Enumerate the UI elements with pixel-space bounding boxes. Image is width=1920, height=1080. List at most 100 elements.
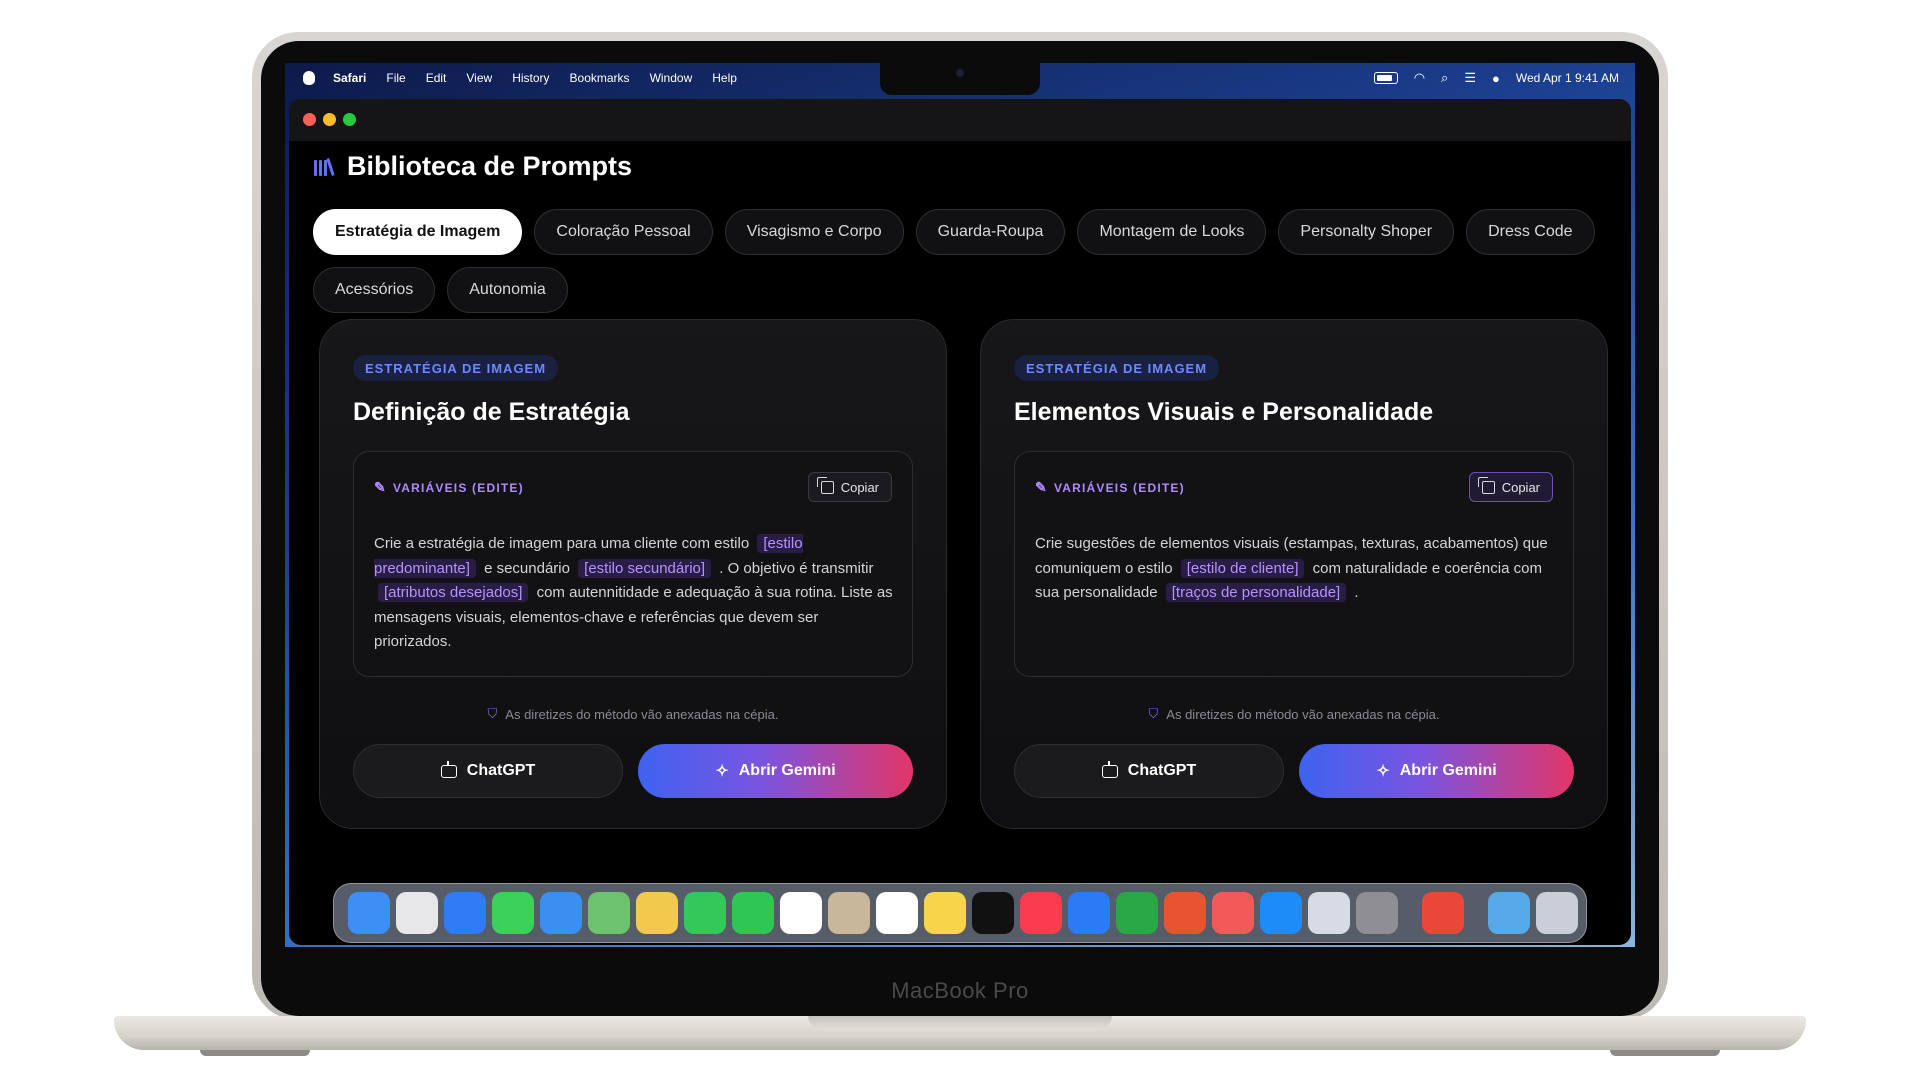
prompt-text-segment: Crie a estratégia de imagem para uma cli… (374, 535, 750, 552)
chatgpt-button[interactable]: ChatGPT (353, 744, 623, 798)
method-note: ⛉ As diretizes do método vão anexadas na… (981, 706, 1607, 722)
siri-icon[interactable]: ● (1492, 71, 1500, 86)
open-gemini-button[interactable]: ✧ Abrir Gemini (638, 744, 913, 798)
category-badge: ESTRATÉGIA DE IMAGEM (353, 355, 559, 381)
prompt-text-segment: . (1354, 584, 1359, 602)
pencil-icon: ✎ (1035, 479, 1048, 495)
mail-icon[interactable] (540, 892, 582, 934)
safari-icon[interactable] (444, 892, 486, 934)
app-red-icon[interactable] (1422, 892, 1464, 934)
lid-opening-notch (808, 1016, 1112, 1030)
prompt-text[interactable]: Crie sugestões de elementos visuais (est… (1035, 532, 1555, 606)
method-note-text: As diretizes do método vão anexadas na c… (1166, 706, 1440, 722)
shield-icon: ⛉ (487, 706, 498, 721)
desktop: Safari File Edit View History Bookmarks … (285, 63, 1635, 947)
variable-atributos-desejados[interactable]: [atributos desejados] (378, 583, 529, 603)
wifi-icon[interactable]: ◠ (1414, 70, 1425, 86)
phone-icon[interactable] (732, 892, 774, 934)
menu-app-name[interactable]: Safari (333, 71, 366, 85)
menu-help[interactable]: Help (712, 71, 737, 85)
minimize-window-button[interactable] (323, 113, 336, 126)
control-center-icon[interactable]: ☰ (1464, 70, 1476, 86)
maximize-window-button[interactable] (343, 113, 356, 126)
menu-edit[interactable]: Edit (426, 71, 447, 85)
settings-icon[interactable] (1356, 892, 1398, 934)
copy-button-label: Copiar (1501, 479, 1540, 495)
battery-icon[interactable] (1373, 72, 1398, 84)
laptop-foot (1610, 1050, 1720, 1056)
menu-window[interactable]: Window (650, 71, 693, 85)
menu-view[interactable]: View (466, 71, 492, 85)
menu-history[interactable]: History (512, 71, 549, 85)
prompt-card: ESTRATÉGIA DE IMAGEM Definição de Estrat… (319, 319, 947, 829)
close-window-button[interactable] (303, 113, 316, 126)
simulator-icon[interactable] (1308, 892, 1350, 934)
shield-icon: ⛉ (1148, 706, 1159, 721)
maps-icon[interactable] (588, 892, 630, 934)
method-note-text: As diretizes do método vão anexadas na c… (505, 706, 779, 722)
chatgpt-button[interactable]: ChatGPT (1014, 744, 1284, 798)
open-gemini-button-label: Abrir Gemini (1399, 762, 1497, 779)
appstore-icon[interactable] (1260, 892, 1302, 934)
notes-icon[interactable] (924, 892, 966, 934)
keynote-icon[interactable] (1068, 892, 1110, 934)
tab-autonomia[interactable]: Autonomia (447, 267, 568, 313)
category-tabs: Estratégia de Imagem Coloração Pessoal V… (313, 209, 1603, 313)
apple-icon[interactable] (303, 71, 315, 85)
card-title: Definição de Estratégia (353, 398, 630, 426)
tab-montagem-de-looks[interactable]: Montagem de Looks (1077, 209, 1267, 255)
chatgpt-button-label: ChatGPT (1127, 762, 1197, 779)
pencil-icon: ✎ (374, 479, 387, 495)
pages-icon[interactable] (1164, 892, 1206, 934)
menu-file[interactable]: File (386, 71, 405, 85)
numbers-icon[interactable] (1116, 892, 1158, 934)
variable-estilo-de-cliente[interactable]: [estilo de cliente] (1180, 558, 1305, 578)
music-icon[interactable] (1020, 892, 1062, 934)
laptop-foot (200, 1050, 310, 1056)
tab-guarda-roupa[interactable]: Guarda-Roupa (915, 209, 1066, 255)
status-area: ◠ ⌕ ☰ ● Wed Apr 1 9:41 AM (1373, 63, 1619, 93)
app-header: Biblioteca de Prompts (313, 151, 632, 182)
finder-icon[interactable] (348, 892, 390, 934)
open-gemini-button-label: Abrir Gemini (738, 762, 836, 779)
copy-icon (816, 476, 834, 494)
tab-acessorios[interactable]: Acessórios (313, 267, 436, 313)
prompt-text[interactable]: Crie a estratégia de imagem para uma cli… (374, 532, 894, 655)
reminders-icon[interactable] (876, 892, 918, 934)
menu-bookmarks[interactable]: Bookmarks (570, 71, 630, 85)
prompt-box: ✎ VARIÁVEIS (EDITE) Copiar Crie sugestõe… (1014, 451, 1574, 677)
prompt-box: ✎ VARIÁVEIS (EDITE) Copiar Crie a estrat… (353, 451, 913, 677)
prompt-text-segment: e secundário (484, 559, 570, 577)
variable-estilo-secundario[interactable]: [estilo secundário] (578, 558, 712, 578)
downloads-folder-icon[interactable] (1488, 892, 1530, 934)
rocket-icon[interactable] (1212, 892, 1254, 934)
tab-coloracao-pessoal[interactable]: Coloração Pessoal (534, 209, 713, 255)
messages-icon[interactable] (492, 892, 534, 934)
variable-tracos-de-personalidade[interactable]: [traços de personalidade] (1165, 583, 1347, 603)
device-label: MacBook Pro (891, 978, 1029, 1003)
clock[interactable]: Wed Apr 1 9:41 AM (1516, 71, 1619, 85)
robot-icon (440, 760, 457, 778)
copy-button[interactable]: Copiar (807, 472, 892, 502)
tab-personalty-shoper[interactable]: Personalty Shoper (1278, 209, 1455, 255)
launchpad-icon[interactable] (396, 892, 438, 934)
card-title: Elementos Visuais e Personalidade (1014, 398, 1434, 426)
trash-icon[interactable] (1536, 892, 1578, 934)
tab-estrategia-de-imagem[interactable]: Estratégia de Imagem (313, 209, 523, 255)
facetime-icon[interactable] (684, 892, 726, 934)
tv-icon[interactable] (972, 892, 1014, 934)
title-bar (289, 99, 1631, 141)
copy-icon (1477, 476, 1495, 494)
variables-label: ✎ VARIÁVEIS (EDITE) (374, 479, 524, 496)
photos-icon[interactable] (636, 892, 678, 934)
open-gemini-button[interactable]: ✧ Abrir Gemini (1299, 744, 1574, 798)
tab-dress-code[interactable]: Dress Code (1466, 209, 1595, 255)
calendar-icon[interactable] (780, 892, 822, 934)
tab-visagismo-e-corpo[interactable]: Visagismo e Corpo (724, 209, 904, 255)
copy-button[interactable]: Copiar (1468, 472, 1553, 502)
method-note: ⛉ As diretizes do método vão anexadas na… (320, 706, 946, 722)
copy-button-label: Copiar (840, 479, 879, 495)
contacts-icon[interactable] (828, 892, 870, 934)
page-title: Biblioteca de Prompts (347, 151, 633, 181)
search-icon[interactable]: ⌕ (1441, 70, 1448, 86)
